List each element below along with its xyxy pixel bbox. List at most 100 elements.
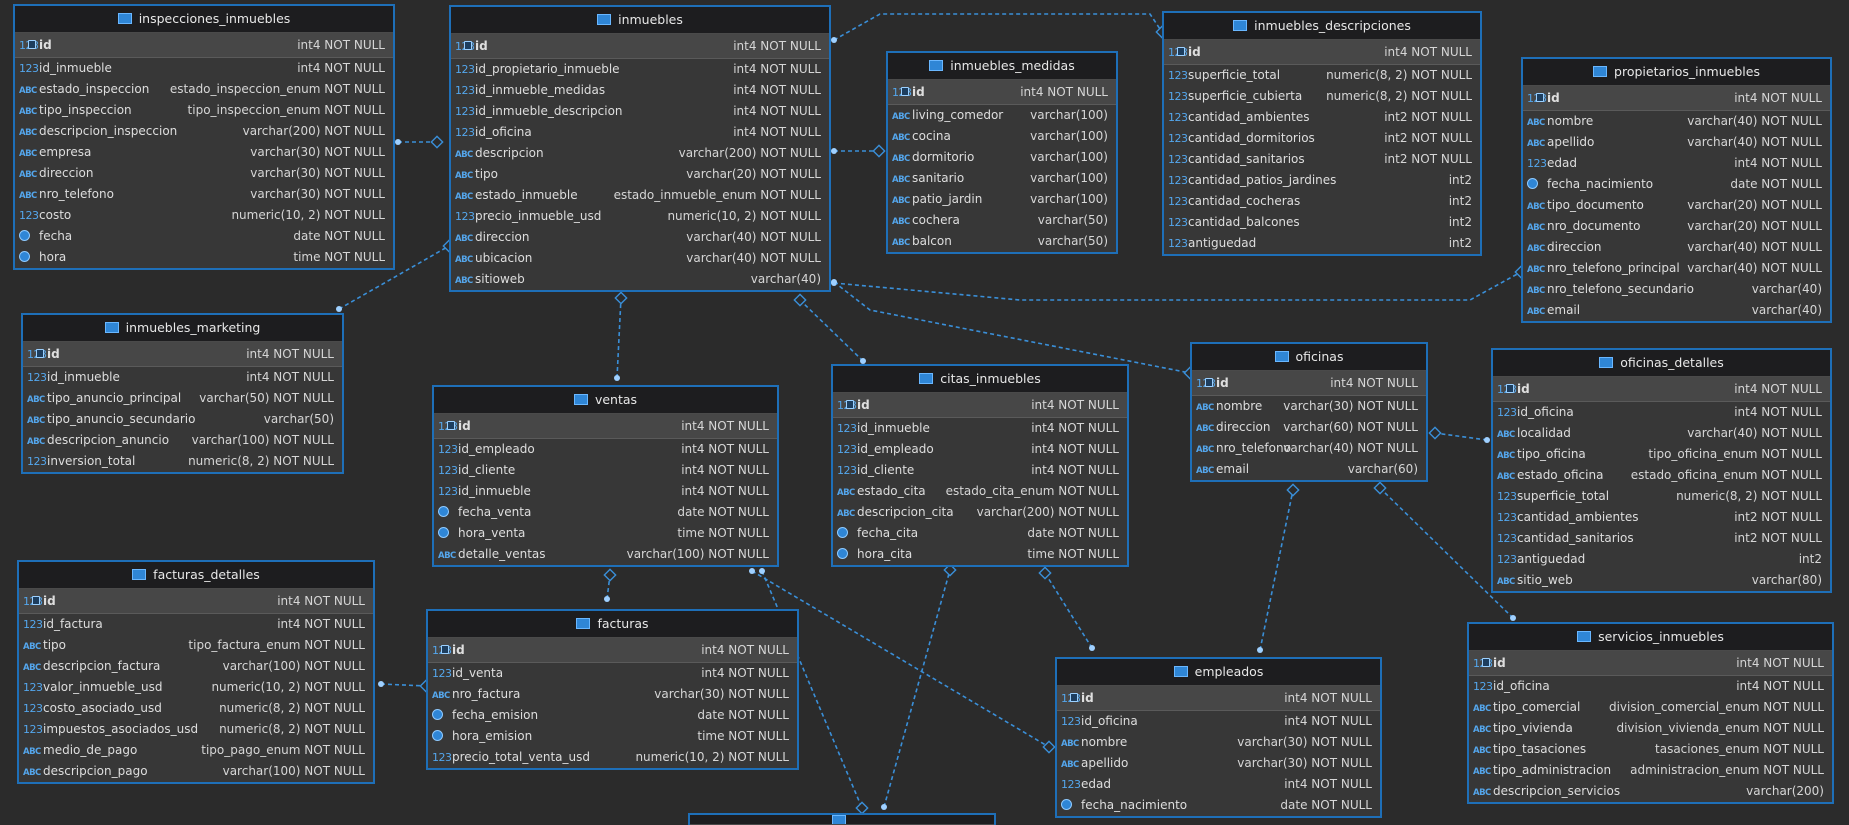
- column-row[interactable]: id_empleado int4 NOT NULL: [833, 439, 1127, 460]
- entity-inmuebles-medidas[interactable]: inmuebles_medidasid int4 NOT NULL living_c…: [886, 51, 1118, 254]
- entity-title[interactable]: empleados: [1057, 659, 1380, 686]
- column-row[interactable]: id_oficina int4 NOT NULL: [1493, 402, 1830, 423]
- relationship-link[interactable]: [616, 297, 622, 379]
- column-row[interactable]: edad int4 NOT NULL: [1523, 153, 1830, 174]
- primary-key-row[interactable]: id int4 NOT NULL: [1469, 651, 1832, 676]
- column-row[interactable]: id_inmueble int4 NOT NULL: [23, 367, 342, 388]
- column-row[interactable]: descripcion_inspeccion varchar(200) NOT N…: [15, 121, 393, 142]
- column-row[interactable]: balcon varchar(50): [888, 231, 1116, 252]
- column-row[interactable]: id_inmueble_medidas int4 NOT NULL: [451, 80, 829, 101]
- column-row[interactable]: direccion varchar(60) NOT NULL: [1192, 417, 1426, 438]
- primary-key-row[interactable]: id int4 NOT NULL: [428, 638, 797, 663]
- column-row[interactable]: hora_venta time NOT NULL: [434, 523, 777, 544]
- entity-citas-inmuebles[interactable]: citas_inmueblesidint4 NOT NULLid_inmuebl…: [831, 364, 1129, 567]
- column-row[interactable]: id_inmueble_descripcion int4 NOT NULL: [451, 101, 829, 122]
- column-row[interactable]: descripcion_servicios varchar(200): [1469, 781, 1832, 802]
- column-row[interactable]: nombre varchar(30) NOT NULL: [1192, 396, 1426, 417]
- column-row[interactable]: cantidad_balcones int2: [1164, 212, 1480, 233]
- relationship-link[interactable]: [1434, 432, 1488, 441]
- entity-inmuebles-descripciones[interactable]: inmuebles_descripcionesid int4 NOT NULL su…: [1162, 11, 1482, 256]
- column-row[interactable]: fecha_venta date NOT NULL: [434, 502, 777, 523]
- entity-ventas[interactable]: ventas id int4 NOT NULL id_empleado int4 NOT…: [432, 385, 779, 567]
- column-row[interactable]: estado_inspeccion estado_inspeccion_enum …: [15, 79, 393, 100]
- column-row[interactable]: fecha_cita date NOT NULL: [833, 523, 1127, 544]
- column-row[interactable]: id_inmueble int4 NOT NULL: [15, 58, 393, 79]
- column-row[interactable]: impuestos_asociados_usd numeric(8, 2) NOT…: [19, 719, 373, 740]
- relationship-link[interactable]: [1259, 489, 1294, 651]
- column-row[interactable]: email varchar(40): [1523, 300, 1830, 321]
- relationship-link[interactable]: [1044, 572, 1093, 649]
- column-row[interactable]: id_cliente int4 NOT NULL: [434, 460, 777, 481]
- column-row[interactable]: tipo varchar(20) NOT NULL: [451, 164, 829, 185]
- column-row[interactable]: descripcion varchar(200) NOT NULL: [451, 143, 829, 164]
- column-row[interactable]: sanitario varchar(100): [888, 168, 1116, 189]
- column-row[interactable]: costo_asociado_usd numeric(8, 2) NOT NULL: [19, 698, 373, 719]
- entity-title[interactable]: ventas: [434, 387, 777, 414]
- column-row[interactable]: nro_telefono_principal varchar(40) NOT NU…: [1523, 258, 1830, 279]
- primary-key-row[interactable]: id int4 NOT NULL: [19, 589, 373, 614]
- column-row[interactable]: nro_telefonovarchar(40) NOT NULL: [1192, 438, 1426, 459]
- column-row[interactable]: nro_documento varchar(20) NOT NULL: [1523, 216, 1830, 237]
- entity-empleados[interactable]: empleados id int4 NOT NULL id_oficina int4 N…: [1055, 657, 1382, 818]
- primary-key-row[interactable]: id int4 NOT NULL: [1493, 377, 1830, 402]
- column-row[interactable]: inversion_total numeric(8, 2) NOT NULL: [23, 451, 342, 472]
- column-row[interactable]: id_oficina int4 NOT NULL: [1057, 711, 1380, 732]
- column-row[interactable]: apellido varchar(30) NOT NULL: [1057, 753, 1380, 774]
- column-row[interactable]: valor_inmueble_usd numeric(10, 2) NOT NUL…: [19, 677, 373, 698]
- column-row[interactable]: id_factura int4 NOT NULL: [19, 614, 373, 635]
- entity-title[interactable]: citas_inmuebles: [833, 366, 1127, 393]
- column-row[interactable]: superficie_cubierta numeric(8, 2) NOT NUL…: [1164, 86, 1480, 107]
- column-row[interactable]: nro_telefono varchar(30) NOT NULL: [15, 184, 393, 205]
- column-row[interactable]: detalle_ventas varchar(100) NOT NULL: [434, 544, 777, 565]
- column-row[interactable]: estado_oficina estado_oficina_enum NOT NU…: [1493, 465, 1830, 486]
- relationship-link[interactable]: [606, 574, 611, 600]
- column-row[interactable]: nro_telefono_secundario varchar(40): [1523, 279, 1830, 300]
- column-row[interactable]: empresa varchar(30) NOT NULL: [15, 142, 393, 163]
- primary-key-row[interactable]: id int4 NOT NULL: [1164, 40, 1480, 65]
- column-row[interactable]: fecha_nacimiento date NOT NULL: [1523, 174, 1830, 195]
- primary-key-row[interactable]: id int4 NOT NULL: [434, 414, 777, 439]
- column-row[interactable]: fecha date NOT NULL: [15, 226, 393, 247]
- column-row[interactable]: antiguedad int2: [1493, 549, 1830, 570]
- entity-servicios-inmuebles[interactable]: servicios_inmueblesidint4 NOT NULLid_ofi…: [1467, 622, 1834, 804]
- column-row[interactable]: dormitorio varchar(100): [888, 147, 1116, 168]
- entity-title[interactable]: oficinas: [1192, 344, 1426, 371]
- primary-key-row[interactable]: id int4 NOT NULL: [15, 33, 393, 58]
- column-row[interactable]: hora_emision time NOT NULL: [428, 726, 797, 747]
- column-row[interactable]: cantidad_patios_jardines int2: [1164, 170, 1480, 191]
- entity-facturas-detalles[interactable]: facturas_detallesidint4 NOT NULLid_factu…: [17, 560, 375, 784]
- entity-title[interactable]: servicios_inmuebles: [1469, 624, 1832, 651]
- entity-title[interactable]: propietarios_inmuebles: [1523, 59, 1830, 86]
- column-row[interactable]: cochera varchar(50): [888, 210, 1116, 231]
- column-row[interactable]: tipo_vivienda division_vivienda_enum NOT …: [1469, 718, 1832, 739]
- primary-key-row[interactable]: id int4 NOT NULL: [833, 393, 1127, 418]
- column-row[interactable]: cantidad_dormitorios int2 NOT NULL: [1164, 128, 1480, 149]
- column-row[interactable]: cantidad_sanitarios int2 NOT NULL: [1493, 528, 1830, 549]
- relationship-link[interactable]: [883, 569, 951, 808]
- column-row[interactable]: tipo_tasaciones tasaciones_enum NOT NULL: [1469, 739, 1832, 760]
- column-row[interactable]: fecha_emision date NOT NULL: [428, 705, 797, 726]
- column-row[interactable]: cantidad_ambientes int2 NOT NULL: [1164, 107, 1480, 128]
- column-row[interactable]: nombre varchar(30) NOT NULL: [1057, 732, 1380, 753]
- column-row[interactable]: precio_inmueble_usd numeric(10, 2) NOT NU…: [451, 206, 829, 227]
- column-row[interactable]: tipo_anuncio_secundario varchar(50): [23, 409, 342, 430]
- relationship-link[interactable]: [833, 281, 1191, 374]
- column-row[interactable]: tipo_documento varchar(20) NOT NULL: [1523, 195, 1830, 216]
- entity-title[interactable]: facturas: [428, 611, 797, 638]
- entity-inspecciones-inmuebles[interactable]: inspecciones_inmueblesidint4 NOT NULLid_…: [13, 4, 395, 270]
- column-row[interactable]: cantidad_cocheras int2: [1164, 191, 1480, 212]
- column-row[interactable]: tipo_inspeccion tipo_inspeccion_enum NOT …: [15, 100, 393, 121]
- column-row[interactable]: hora_cita time NOT NULL: [833, 544, 1127, 565]
- column-row[interactable]: nro_factura varchar(30) NOT NULL: [428, 684, 797, 705]
- relationship-link[interactable]: [799, 299, 864, 362]
- column-row[interactable]: ubicacion varchar(40) NOT NULL: [451, 248, 829, 269]
- column-row[interactable]: antiguedad int2: [1164, 233, 1480, 254]
- column-row[interactable]: superficie_total numeric(8, 2) NOT NULL: [1164, 65, 1480, 86]
- entity-title[interactable]: inspecciones_inmuebles: [15, 6, 393, 33]
- relationship-link[interactable]: [380, 683, 427, 687]
- column-row[interactable]: nombre varchar(40) NOT NULL: [1523, 111, 1830, 132]
- column-row[interactable]: direccion varchar(40) NOT NULL: [1523, 237, 1830, 258]
- column-row[interactable]: tipo_anuncio_principal varchar(50) NOT NU…: [23, 388, 342, 409]
- primary-key-row[interactable]: id int4 NOT NULL: [1192, 371, 1426, 396]
- entity-title[interactable]: [690, 815, 994, 825]
